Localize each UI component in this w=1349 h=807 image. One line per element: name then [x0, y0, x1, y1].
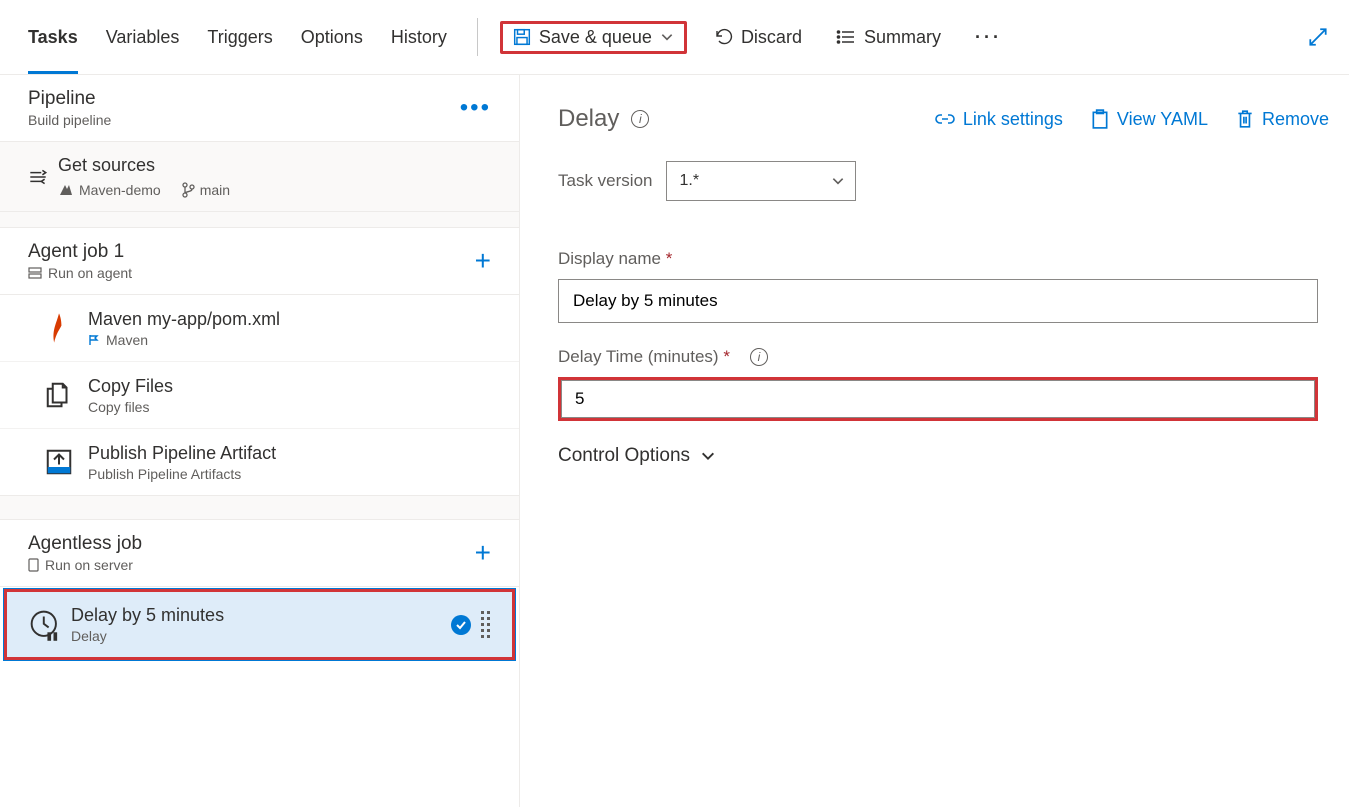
- task-sub: Copy files: [88, 399, 173, 415]
- more-commands[interactable]: ···: [967, 21, 1010, 54]
- task-title: Publish Pipeline Artifact: [88, 443, 276, 464]
- fullscreen-icon[interactable]: [1307, 26, 1329, 48]
- branch-name: main: [200, 182, 230, 198]
- discard-label: Discard: [741, 27, 802, 48]
- chevron-down-icon: [660, 30, 674, 44]
- tab-variables[interactable]: Variables: [106, 0, 180, 74]
- get-sources[interactable]: Get sources Maven-demo main: [0, 142, 519, 212]
- separator: [477, 18, 478, 56]
- delay-icon: [28, 608, 62, 642]
- task-copy[interactable]: Copy Files Copy files: [0, 362, 519, 429]
- task-delay[interactable]: Delay by 5 minutes Delay: [4, 589, 515, 660]
- summary-button[interactable]: Summary: [828, 21, 949, 54]
- chevron-down-icon: [700, 448, 716, 464]
- tab-tasks[interactable]: Tasks: [28, 0, 78, 74]
- sources-icon: [18, 166, 58, 188]
- repo-name: Maven-demo: [79, 182, 161, 198]
- tab-options[interactable]: Options: [301, 0, 363, 74]
- save-and-queue-label: Save & queue: [539, 27, 652, 48]
- copy-icon: [44, 380, 74, 410]
- drag-handle-icon[interactable]: [481, 611, 490, 638]
- task-sub: Delay: [71, 628, 451, 644]
- pipeline-title: Pipeline: [28, 88, 460, 110]
- publish-icon: [44, 447, 74, 477]
- add-task-job1[interactable]: +: [469, 245, 497, 277]
- add-task-job2[interactable]: +: [469, 537, 497, 569]
- job1-sub: Run on agent: [48, 265, 132, 281]
- delay-time-label: Delay Time (minutes): [558, 347, 730, 367]
- repo-icon: [58, 183, 74, 197]
- top-bar: Tasks Variables Triggers Options History…: [0, 0, 1349, 75]
- pipeline-sub: Build pipeline: [28, 112, 460, 128]
- task-maven[interactable]: Maven my-app/pom.xml Maven: [0, 295, 519, 362]
- save-and-queue-button[interactable]: Save & queue: [500, 21, 687, 54]
- task-title: Delay by 5 minutes: [71, 605, 451, 626]
- tab-strip: Tasks Variables Triggers Options History: [28, 0, 447, 74]
- tab-history[interactable]: History: [391, 0, 447, 74]
- flag-icon: [88, 334, 100, 346]
- info-icon[interactable]: i: [631, 110, 649, 128]
- tab-triggers[interactable]: Triggers: [207, 0, 272, 74]
- chevron-down-icon: [831, 174, 845, 188]
- undo-icon: [713, 27, 733, 47]
- discard-button[interactable]: Discard: [705, 21, 810, 54]
- remove-button[interactable]: Remove: [1236, 109, 1329, 130]
- delay-time-input[interactable]: [558, 377, 1318, 421]
- pipeline-header[interactable]: Pipeline Build pipeline •••: [0, 75, 519, 142]
- task-sub: Maven: [106, 332, 148, 348]
- clipboard-icon: [1091, 109, 1109, 129]
- detail-panel: Delay i Link settings View YAML Remove: [520, 75, 1349, 807]
- sources-title: Get sources: [58, 155, 497, 176]
- trash-icon: [1236, 109, 1254, 129]
- branch-icon: [181, 182, 195, 198]
- list-icon: [836, 27, 856, 47]
- info-icon[interactable]: i: [750, 348, 768, 366]
- job2-sub: Run on server: [45, 557, 133, 573]
- job2-title: Agentless job: [28, 533, 469, 555]
- pipeline-more-icon[interactable]: •••: [460, 94, 497, 122]
- control-options-section[interactable]: Control Options: [558, 445, 1329, 467]
- link-icon: [935, 111, 955, 127]
- agent-job-header[interactable]: Agent job 1 Run on agent +: [0, 228, 519, 295]
- task-sub: Publish Pipeline Artifacts: [88, 466, 276, 482]
- task-publish[interactable]: Publish Pipeline Artifact Publish Pipelin…: [0, 429, 519, 496]
- task-title: Maven my-app/pom.xml: [88, 309, 280, 330]
- device-icon: [28, 558, 39, 572]
- view-yaml-button[interactable]: View YAML: [1091, 109, 1208, 130]
- panel-title: Delay: [558, 105, 619, 133]
- task-version-label: Task version: [558, 171, 652, 191]
- server-icon: [28, 267, 42, 279]
- task-version-select[interactable]: 1.*: [666, 161, 856, 201]
- task-title: Copy Files: [88, 376, 173, 397]
- main-split: Pipeline Build pipeline ••• Get sources …: [0, 75, 1349, 807]
- agentless-job-header[interactable]: Agentless job Run on server +: [0, 520, 519, 587]
- maven-icon: [45, 311, 73, 345]
- check-icon: [451, 615, 471, 635]
- left-panel: Pipeline Build pipeline ••• Get sources …: [0, 75, 520, 807]
- link-settings-button[interactable]: Link settings: [935, 109, 1063, 130]
- save-icon: [513, 28, 531, 46]
- display-name-input[interactable]: [558, 279, 1318, 323]
- job1-title: Agent job 1: [28, 241, 469, 263]
- summary-label: Summary: [864, 27, 941, 48]
- display-name-label: Display name: [558, 249, 1329, 269]
